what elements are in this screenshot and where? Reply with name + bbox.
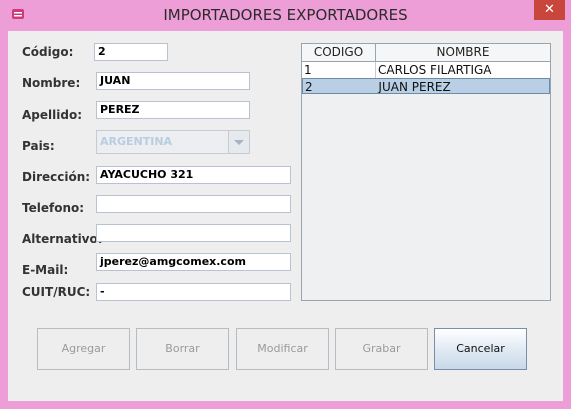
direccion-field[interactable]: AYACUCHO 321 — [96, 166, 291, 184]
table-row-selected[interactable]: 2 JUAN PEREZ — [302, 78, 550, 94]
codigo-label: Código: — [22, 45, 74, 59]
importers-table[interactable]: CODIGO NOMBRE 1 CARLOS FILARTIGA 2 JUAN … — [301, 43, 551, 301]
table-cell-codigo: 2 — [303, 79, 377, 93]
column-header-codigo[interactable]: CODIGO — [302, 44, 376, 61]
telefono-field[interactable] — [96, 195, 291, 213]
cuit-label: CUIT/RUC: — [22, 285, 91, 299]
pais-selected-value: ARGENTINA — [100, 135, 173, 148]
nombre-field[interactable]: JUAN — [96, 72, 250, 90]
apellido-label: Apellido: — [22, 108, 82, 122]
chevron-down-icon[interactable] — [228, 131, 249, 153]
codigo-field[interactable]: 2 — [94, 43, 168, 61]
form-panel: Código: 2 Nombre: JUAN Apellido: PEREZ P… — [8, 31, 563, 401]
app-window: IMPORTADORES EXPORTADORES ✕ Código: 2 No… — [0, 0, 571, 409]
table-header: CODIGO NOMBRE — [302, 44, 550, 62]
cancelar-button[interactable]: Cancelar — [434, 328, 527, 370]
pais-select[interactable]: ARGENTINA — [96, 130, 250, 154]
close-icon: ✕ — [544, 2, 555, 17]
apellido-field[interactable]: PEREZ — [96, 101, 250, 119]
grabar-button[interactable]: Grabar — [335, 328, 428, 370]
table-cell-nombre: JUAN PEREZ — [378, 80, 451, 93]
close-button[interactable]: ✕ — [534, 0, 565, 20]
table-cell-codigo: 1 — [302, 62, 376, 78]
direccion-label: Dirección: — [22, 170, 91, 184]
alternativo-label: Alternativo: — [22, 232, 103, 246]
window-title: IMPORTADORES EXPORTADORES — [163, 6, 408, 24]
table-cell-nombre: CARLOS FILARTIGA — [378, 63, 492, 77]
email-label: E-Mail: — [22, 263, 69, 277]
nombre-label: Nombre: — [22, 76, 81, 90]
cuit-field[interactable]: - — [96, 283, 291, 301]
agregar-button[interactable]: Agregar — [37, 328, 130, 370]
telefono-label: Telefono: — [22, 201, 85, 215]
email-field[interactable]: jperez@amgcomex.com — [96, 253, 291, 271]
table-row[interactable]: 1 CARLOS FILARTIGA — [302, 62, 550, 79]
title-bar[interactable]: IMPORTADORES EXPORTADORES ✕ — [0, 0, 571, 32]
alternativo-field[interactable] — [96, 224, 291, 242]
borrar-button[interactable]: Borrar — [136, 328, 229, 370]
column-header-nombre[interactable]: NOMBRE — [376, 44, 550, 61]
modificar-button[interactable]: Modificar — [236, 328, 329, 370]
pais-label: Pais: — [22, 139, 55, 153]
